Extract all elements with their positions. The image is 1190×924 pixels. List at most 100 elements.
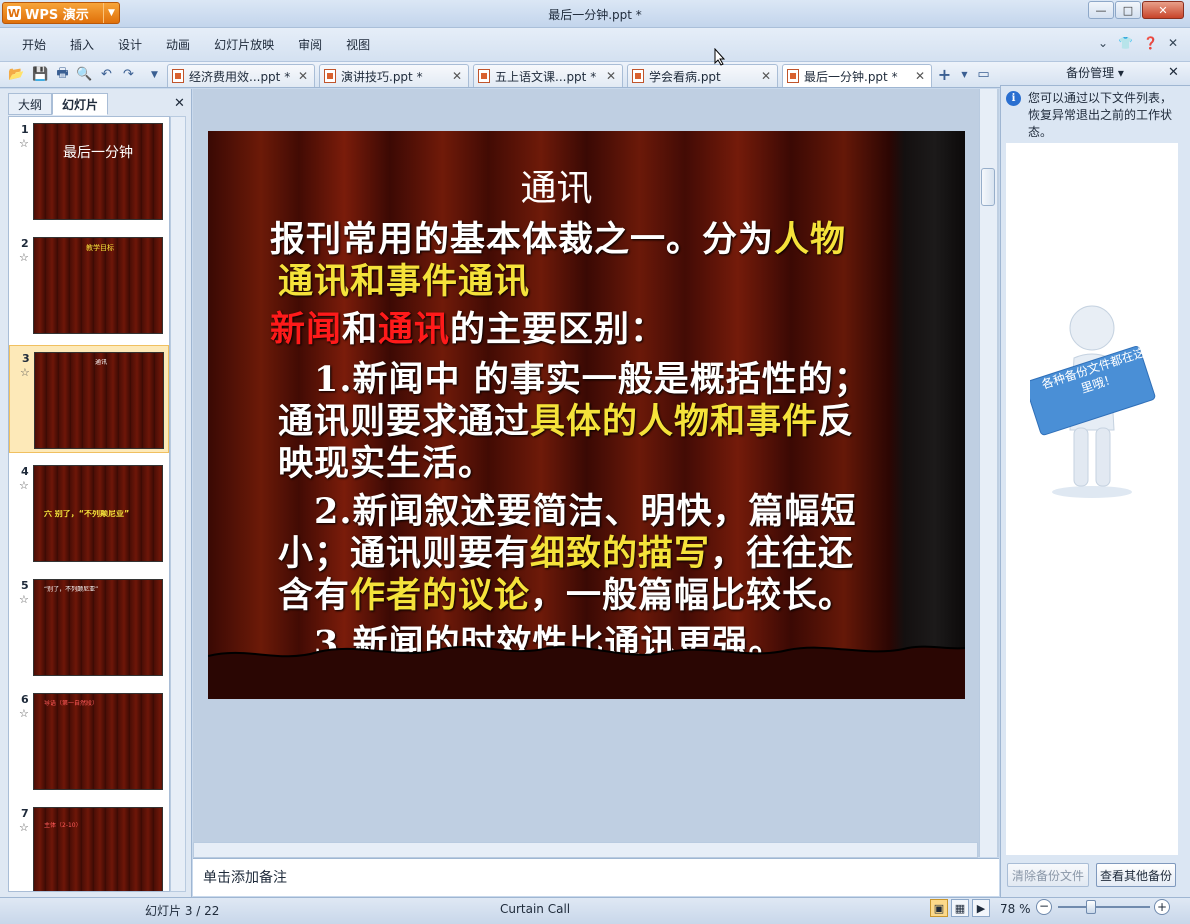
curtain-stage-edge [208, 645, 965, 699]
tab-layout-icon[interactable]: ▭ [975, 66, 992, 83]
animation-star-icon: ☆ [19, 593, 29, 606]
quick-access-dropdown-icon[interactable]: ▼ [146, 66, 163, 83]
doc-tab-1[interactable]: 经济费用效...ppt * ✕ [167, 64, 315, 87]
maximize-button[interactable]: □ [1115, 1, 1141, 19]
mouse-cursor-icon [714, 48, 726, 66]
new-tab-icon[interactable]: + [936, 65, 953, 84]
doc-tab-label: 经济费用效...ppt * [189, 69, 291, 84]
red-text: 通讯 [378, 309, 451, 350]
slide-number: 7 [21, 807, 29, 820]
print-icon[interactable]: 🖶 [54, 66, 71, 83]
close-tab-icon[interactable]: ✕ [292, 69, 308, 83]
help-icon[interactable]: ❓ [1143, 36, 1158, 50]
minimize-button[interactable]: — [1088, 1, 1114, 19]
slide-canvas[interactable]: 通讯 报刊常用的基本体裁之一。分为人物 通讯和事件通讯 新闻和通讯的主要区别： … [208, 131, 965, 699]
menu-review[interactable]: 审阅 [286, 28, 334, 62]
clear-backup-button[interactable]: 清除备份文件 [1007, 863, 1089, 887]
wps-logo-icon: W [7, 6, 21, 20]
menu-design[interactable]: 设计 [106, 28, 154, 62]
highlight-text: 人物 [774, 219, 847, 260]
text-run: ，一般篇幅比较长。 [530, 575, 855, 616]
menu-view[interactable]: 视图 [334, 28, 382, 62]
close-window-button[interactable]: ✕ [1142, 1, 1184, 19]
slide-thumb-image: 主体（2-10） [33, 807, 163, 891]
slide-thumbnail-selected[interactable]: 3 ☆ 通讯 [9, 345, 169, 453]
text-run: 的主要区别： [450, 309, 667, 350]
editor-horizontal-scrollbar[interactable] [193, 842, 978, 858]
doc-tab-4[interactable]: 学会看病.ppt ✕ [627, 64, 778, 87]
notes-field[interactable]: 单击添加备注 [193, 858, 999, 896]
animation-star-icon: ☆ [19, 251, 29, 264]
panel-tabs: 大纲 幻灯片 [8, 93, 109, 115]
ribbon-close-icon[interactable]: ✕ [1168, 36, 1178, 50]
slide-thumb-image: 六 别了，“不列颠尼亚” [33, 465, 163, 562]
zoom-in-button[interactable]: + [1154, 899, 1170, 915]
slide-thumbnail[interactable]: 1 ☆ 最后一分钟 [9, 117, 169, 225]
slide-sorter-view-icon[interactable]: ▦ [951, 899, 969, 917]
app-name: WPS 演示 [25, 7, 89, 23]
wps-app-menu-button[interactable]: W WPS 演示 ▼ [2, 2, 120, 24]
slide-number: 6 [21, 693, 29, 706]
tab-outline[interactable]: 大纲 [8, 93, 53, 115]
slide-thumbnail[interactable]: 7 ☆ 主体（2-10） [9, 801, 169, 891]
backup-pane-title: 备份管理 [1066, 66, 1115, 80]
menu-insert[interactable]: 插入 [58, 28, 106, 62]
slide-thumb-image: 导语（第一自然段） [33, 693, 163, 790]
close-tab-icon[interactable]: ✕ [909, 69, 925, 83]
normal-view-icon[interactable]: ▣ [930, 899, 948, 917]
doc-tab-label: 学会看病.ppt [649, 69, 721, 84]
zoom-slider-track[interactable] [1058, 906, 1150, 908]
close-tab-icon[interactable]: ✕ [755, 69, 771, 83]
slide-thumb-image: “别了，不列颠尼亚” [33, 579, 163, 676]
doc-tab-label: 五上语文课...ppt * [495, 69, 597, 84]
doc-tab-active[interactable]: 最后一分钟.ppt * ✕ [782, 64, 932, 87]
zoom-slider-handle[interactable] [1086, 900, 1096, 914]
slide-title[interactable]: 通讯 [208, 159, 905, 211]
slideshow-view-icon[interactable]: ▶ [972, 899, 990, 917]
view-other-backups-button[interactable]: 查看其他备份 [1096, 863, 1176, 887]
slide-number: 3 [22, 352, 30, 365]
slide-thumbnail[interactable]: 6 ☆ 导语（第一自然段） [9, 687, 169, 795]
backup-pane-header[interactable]: 备份管理 ▾ [1000, 62, 1190, 86]
zoom-out-button[interactable]: − [1036, 899, 1052, 915]
theme-name: Curtain Call [500, 902, 571, 916]
tab-list-dropdown-icon[interactable]: ▼ [956, 66, 973, 83]
undo-icon[interactable]: ↶ [98, 66, 115, 83]
thumb-title: “别了，不列颠尼亚” [44, 586, 99, 593]
redo-icon[interactable]: ↷ [120, 66, 137, 83]
collapse-ribbon-icon[interactable]: ⌄ [1098, 36, 1108, 50]
close-panel-icon[interactable]: ✕ [174, 96, 185, 111]
doc-tab-label: 演讲技巧.ppt * [341, 69, 423, 84]
thumbnail-scrollbar[interactable] [170, 116, 186, 892]
slide-text-line: 映现实生活。 [278, 443, 495, 484]
print-preview-icon[interactable]: 🔍 [76, 66, 93, 83]
slide-text-line: 新闻和通讯的主要区别： [270, 301, 666, 352]
doc-tab-2[interactable]: 演讲技巧.ppt * ✕ [319, 64, 469, 87]
text-run: 反 [818, 401, 855, 442]
save-icon[interactable]: 💾 [32, 66, 49, 83]
ppt-file-icon [172, 69, 184, 83]
close-tab-icon[interactable]: ✕ [600, 69, 616, 83]
slide-thumbnail[interactable]: 4 ☆ 六 别了，“不列颠尼亚” [9, 459, 169, 567]
text-run: 和 [342, 309, 379, 350]
ppt-file-icon [632, 69, 644, 83]
scrollbar-thumb[interactable] [981, 168, 995, 206]
menu-home[interactable]: 开始 [10, 28, 58, 62]
doc-tab-3[interactable]: 五上语文课...ppt * ✕ [473, 64, 623, 87]
open-folder-icon[interactable]: 📂 [8, 66, 25, 83]
highlight-text: 作者的议论 [350, 575, 531, 616]
slide-thumbnail[interactable]: 2 ☆ 教学目标 [9, 231, 169, 339]
window-controls: — □ ✕ [1088, 1, 1184, 19]
close-backup-pane-icon[interactable]: ✕ [1168, 65, 1179, 80]
slide-thumbnail[interactable]: 5 ☆ “别了，不列颠尼亚” [9, 573, 169, 681]
backup-info: i 您可以通过以下文件列表，恢复异常退出之前的工作状态。 [1006, 90, 1178, 141]
menu-slideshow[interactable]: 幻灯片放映 [202, 28, 286, 62]
animation-star-icon: ☆ [20, 366, 30, 379]
skin-icon[interactable]: 👕 [1118, 36, 1133, 50]
close-tab-icon[interactable]: ✕ [446, 69, 462, 83]
tab-slides[interactable]: 幻灯片 [52, 93, 109, 115]
slide-number: 4 [21, 465, 29, 478]
ppt-file-icon [478, 69, 490, 83]
menu-animation[interactable]: 动画 [154, 28, 202, 62]
backup-info-text: 您可以通过以下文件列表，恢复异常退出之前的工作状态。 [1028, 91, 1173, 139]
